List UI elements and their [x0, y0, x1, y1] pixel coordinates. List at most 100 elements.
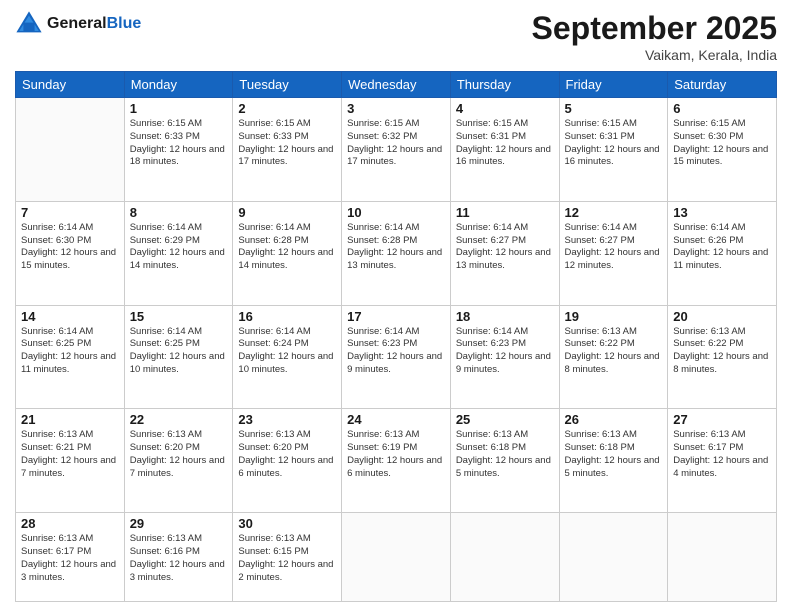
cell-day-number: 23 — [238, 412, 336, 427]
cell-day-number: 18 — [456, 309, 554, 324]
title-area: September 2025 Vaikam, Kerala, India — [532, 10, 777, 63]
cell-day-number: 21 — [21, 412, 119, 427]
table-row — [668, 513, 777, 602]
cell-sun-info: Sunrise: 6:14 AM Sunset: 6:24 PM Dayligh… — [238, 326, 336, 377]
table-row: 8 Sunrise: 6:14 AM Sunset: 6:29 PM Daylig… — [124, 201, 233, 305]
cell-day-number: 22 — [130, 412, 228, 427]
cell-sun-info: Sunrise: 6:15 AM Sunset: 6:33 PM Dayligh… — [238, 118, 336, 169]
cell-sun-info: Sunrise: 6:14 AM Sunset: 6:23 PM Dayligh… — [347, 326, 445, 377]
cell-sun-info: Sunrise: 6:15 AM Sunset: 6:31 PM Dayligh… — [456, 118, 554, 169]
cell-day-number: 28 — [21, 516, 119, 531]
table-row: 25Sunrise: 6:13 AM Sunset: 6:18 PM Dayli… — [450, 409, 559, 513]
calendar-table: Sunday Monday Tuesday Wednesday Thursday… — [15, 71, 777, 602]
calendar-week-4: 21Sunrise: 6:13 AM Sunset: 6:21 PM Dayli… — [16, 409, 777, 513]
calendar-week-5: 28 Sunrise: 6:13 AM Sunset: 6:17 PM Dayli… — [16, 513, 777, 602]
cell-sun-info: Sunrise: 6:13 AM Sunset: 6:22 PM Dayligh… — [565, 326, 663, 377]
table-row: 18 Sunrise: 6:14 AM Sunset: 6:23 PM Dayli… — [450, 305, 559, 409]
table-row: 2 Sunrise: 6:15 AM Sunset: 6:33 PM Daylig… — [233, 98, 342, 202]
cell-sun-info: Sunrise: 6:14 AM Sunset: 6:23 PM Dayligh… — [456, 326, 554, 377]
table-row: 30Sunrise: 6:13 AM Sunset: 6:15 PM Dayli… — [233, 513, 342, 602]
table-row: 21Sunrise: 6:13 AM Sunset: 6:21 PM Dayli… — [16, 409, 125, 513]
cell-sun-info: Sunrise: 6:14 AM Sunset: 6:28 PM Dayligh… — [238, 222, 336, 273]
table-row: 1 Sunrise: 6:15 AM Sunset: 6:33 PM Daylig… — [124, 98, 233, 202]
cell-sun-info: Sunrise: 6:15 AM Sunset: 6:33 PM Dayligh… — [130, 118, 228, 169]
table-row: 6Sunrise: 6:15 AM Sunset: 6:30 PM Daylig… — [668, 98, 777, 202]
cell-day-number: 14 — [21, 309, 119, 324]
table-row: 28 Sunrise: 6:13 AM Sunset: 6:17 PM Dayli… — [16, 513, 125, 602]
cell-day-number: 15 — [130, 309, 228, 324]
page: GeneralBlue September 2025 Vaikam, Keral… — [0, 0, 792, 612]
cell-sun-info: Sunrise: 6:14 AM Sunset: 6:29 PM Dayligh… — [130, 222, 228, 273]
table-row: 14 Sunrise: 6:14 AM Sunset: 6:25 PM Dayli… — [16, 305, 125, 409]
cell-day-number: 29 — [130, 516, 228, 531]
cell-day-number: 4 — [456, 101, 554, 116]
table-row: 3Sunrise: 6:15 AM Sunset: 6:32 PM Daylig… — [342, 98, 451, 202]
table-row: 19 Sunrise: 6:13 AM Sunset: 6:22 PM Dayli… — [559, 305, 668, 409]
cell-sun-info: Sunrise: 6:14 AM Sunset: 6:25 PM Dayligh… — [21, 326, 119, 377]
cell-day-number: 7 — [21, 205, 119, 220]
location: Vaikam, Kerala, India — [532, 47, 777, 63]
cell-sun-info: Sunrise: 6:13 AM Sunset: 6:18 PM Dayligh… — [565, 429, 663, 480]
cell-day-number: 12 — [565, 205, 663, 220]
cell-day-number: 19 — [565, 309, 663, 324]
cell-sun-info: Sunrise: 6:14 AM Sunset: 6:25 PM Dayligh… — [130, 326, 228, 377]
cell-day-number: 2 — [238, 101, 336, 116]
cell-sun-info: Sunrise: 6:13 AM Sunset: 6:17 PM Dayligh… — [21, 533, 119, 584]
cell-sun-info: Sunrise: 6:15 AM Sunset: 6:30 PM Dayligh… — [673, 118, 771, 169]
cell-sun-info: Sunrise: 6:13 AM Sunset: 6:16 PM Dayligh… — [130, 533, 228, 584]
cell-sun-info: Sunrise: 6:13 AM Sunset: 6:19 PM Dayligh… — [347, 429, 445, 480]
cell-sun-info: Sunrise: 6:15 AM Sunset: 6:31 PM Dayligh… — [565, 118, 663, 169]
calendar-week-1: 1 Sunrise: 6:15 AM Sunset: 6:33 PM Daylig… — [16, 98, 777, 202]
table-row: 11Sunrise: 6:14 AM Sunset: 6:27 PM Dayli… — [450, 201, 559, 305]
calendar-header-row: Sunday Monday Tuesday Wednesday Thursday… — [16, 72, 777, 98]
cell-day-number: 16 — [238, 309, 336, 324]
table-row — [559, 513, 668, 602]
cell-day-number: 20 — [673, 309, 771, 324]
table-row: 22 Sunrise: 6:13 AM Sunset: 6:20 PM Dayli… — [124, 409, 233, 513]
table-row: 17 Sunrise: 6:14 AM Sunset: 6:23 PM Dayli… — [342, 305, 451, 409]
table-row: 12 Sunrise: 6:14 AM Sunset: 6:27 PM Dayli… — [559, 201, 668, 305]
table-row — [450, 513, 559, 602]
header-saturday: Saturday — [668, 72, 777, 98]
header-sunday: Sunday — [16, 72, 125, 98]
cell-sun-info: Sunrise: 6:14 AM Sunset: 6:28 PM Dayligh… — [347, 222, 445, 273]
header-monday: Monday — [124, 72, 233, 98]
logo-text: GeneralBlue — [47, 15, 141, 33]
cell-day-number: 9 — [238, 205, 336, 220]
cell-sun-info: Sunrise: 6:13 AM Sunset: 6:17 PM Dayligh… — [673, 429, 771, 480]
table-row: 27 Sunrise: 6:13 AM Sunset: 6:17 PM Dayli… — [668, 409, 777, 513]
table-row: 7 Sunrise: 6:14 AM Sunset: 6:30 PM Daylig… — [16, 201, 125, 305]
table-row: 16 Sunrise: 6:14 AM Sunset: 6:24 PM Dayli… — [233, 305, 342, 409]
cell-day-number: 17 — [347, 309, 445, 324]
table-row: 13Sunrise: 6:14 AM Sunset: 6:26 PM Dayli… — [668, 201, 777, 305]
logo: GeneralBlue — [15, 10, 141, 38]
cell-day-number: 30 — [238, 516, 336, 531]
header-wednesday: Wednesday — [342, 72, 451, 98]
table-row: 10 Sunrise: 6:14 AM Sunset: 6:28 PM Dayli… — [342, 201, 451, 305]
cell-day-number: 11 — [456, 205, 554, 220]
cell-day-number: 8 — [130, 205, 228, 220]
cell-day-number: 10 — [347, 205, 445, 220]
cell-day-number: 27 — [673, 412, 771, 427]
cell-day-number: 13 — [673, 205, 771, 220]
table-row — [342, 513, 451, 602]
header-thursday: Thursday — [450, 72, 559, 98]
table-row: 5 Sunrise: 6:15 AM Sunset: 6:31 PM Daylig… — [559, 98, 668, 202]
table-row: 9 Sunrise: 6:14 AM Sunset: 6:28 PM Daylig… — [233, 201, 342, 305]
month-title: September 2025 — [532, 10, 777, 47]
calendar-week-3: 14 Sunrise: 6:14 AM Sunset: 6:25 PM Dayli… — [16, 305, 777, 409]
cell-day-number: 24 — [347, 412, 445, 427]
header-tuesday: Tuesday — [233, 72, 342, 98]
table-row: 20 Sunrise: 6:13 AM Sunset: 6:22 PM Dayli… — [668, 305, 777, 409]
cell-sun-info: Sunrise: 6:14 AM Sunset: 6:30 PM Dayligh… — [21, 222, 119, 273]
cell-sun-info: Sunrise: 6:13 AM Sunset: 6:18 PM Dayligh… — [456, 429, 554, 480]
cell-sun-info: Sunrise: 6:13 AM Sunset: 6:22 PM Dayligh… — [673, 326, 771, 377]
cell-sun-info: Sunrise: 6:14 AM Sunset: 6:27 PM Dayligh… — [565, 222, 663, 273]
cell-day-number: 5 — [565, 101, 663, 116]
table-row — [16, 98, 125, 202]
calendar-week-2: 7 Sunrise: 6:14 AM Sunset: 6:30 PM Daylig… — [16, 201, 777, 305]
cell-day-number: 1 — [130, 101, 228, 116]
cell-day-number: 26 — [565, 412, 663, 427]
cell-sun-info: Sunrise: 6:13 AM Sunset: 6:20 PM Dayligh… — [130, 429, 228, 480]
table-row: 24 Sunrise: 6:13 AM Sunset: 6:19 PM Dayli… — [342, 409, 451, 513]
